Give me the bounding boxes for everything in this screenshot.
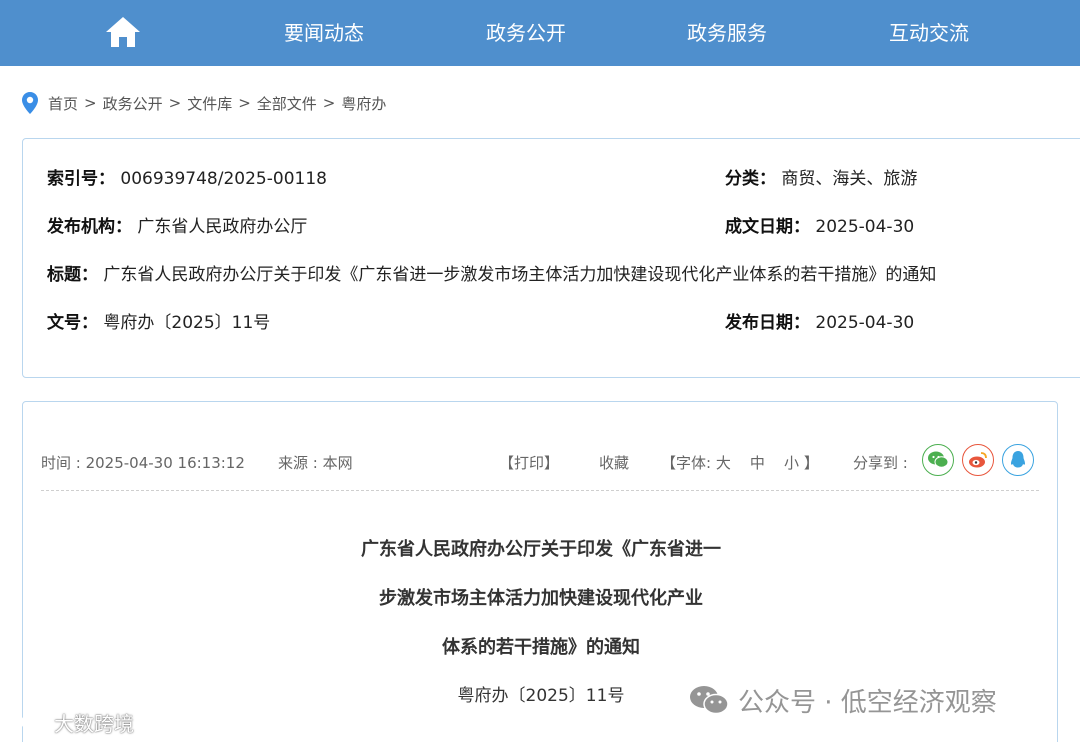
favorite-button[interactable]: 收藏 [599,452,629,473]
breadcrumb: 首页 > 政务公开 > 文件库 > 全部文件 > 粤府办 [20,90,386,116]
breadcrumb-separator: > [168,94,182,112]
breadcrumb-all-files[interactable]: 全部文件 [257,93,317,114]
article-meta-bar: 时间 : 2025-04-30 16:13:12 来源 : 本网 【打印】 收藏… [41,448,1039,478]
font-size-suffix: 】 [803,454,819,472]
breadcrumb-separator: > [322,94,336,112]
wechat-icon [928,451,949,468]
breadcrumb-separator: > [238,94,251,112]
breadcrumb-home[interactable]: 首页 [48,93,78,114]
top-navbar: 要闻动态 政务公开 政务服务 互动交流 [0,0,1080,66]
doc-number-value: 粤府办〔2025〕11号 [103,313,271,333]
nav-item-gov-services[interactable]: 政务服务 [657,18,797,48]
publisher-label: 发布机构： [47,217,132,237]
wechat-account-watermark: 公众号 · 低空经济观察 [688,680,997,720]
title-label: 标题： [47,265,98,285]
title-row: 标题： 广东省人民政府办公厅关于印发《广东省进一步激发市场主体活力加快建设现代化… [47,260,936,285]
article-title-line-3: 体系的若干措施》的通知 [442,637,640,658]
breadcrumb-gov-affairs-public[interactable]: 政务公开 [103,93,163,114]
qq-share-button[interactable] [1002,444,1034,476]
font-small-button[interactable]: 小 [784,454,799,472]
nav-item-news[interactable]: 要闻动态 [254,18,394,48]
nav-item-gov-affairs-public[interactable]: 政务公开 [456,18,596,48]
article-time: 时间 : 2025-04-30 16:13:12 [41,454,245,472]
publish-date-label: 发布日期： [725,313,810,333]
index-number-label: 索引号： [47,169,115,189]
category-row: 分类： 商贸、海关、旅游 [725,164,917,189]
breadcrumb-file-library[interactable]: 文件库 [187,93,232,114]
breadcrumb-current[interactable]: 粤府办 [341,93,386,114]
document-info-panel: 索引号： 006939748/2025-00118 分类： 商贸、海关、旅游 发… [22,138,1080,378]
font-large-button[interactable]: 大 [716,454,731,472]
article-source: 来源 : 本网 [278,454,353,472]
font-medium-button[interactable]: 中 [750,454,765,472]
wechat-account-watermark-text: 公众号 · 低空经济观察 [738,687,997,718]
written-date-label: 成文日期： [725,217,810,237]
category-label: 分类： [725,169,776,189]
qq-icon [1011,451,1025,468]
watermark-logo-icon [9,715,47,729]
print-button[interactable]: 【打印】 [499,452,559,473]
corner-watermark-text: 大数跨境 [54,711,134,736]
publisher-row: 发布机构： 广东省人民政府办公厅 [47,212,307,237]
publish-date-row: 发布日期： 2025-04-30 [725,308,914,333]
share-label: 分享到 : [853,454,908,472]
title-value: 广东省人民政府办公厅关于印发《广东省进一步激发市场主体活力加快建设现代化产业体系… [103,265,937,285]
written-date-value: 2025-04-30 [815,217,915,237]
article-title-line-1: 广东省人民政府办公厅关于印发《广东省进一 [361,539,721,560]
weibo-share-button[interactable] [962,444,994,476]
font-size-control: 【字体: 大 中 小 】 [661,452,819,473]
wechat-logo-icon [690,686,729,715]
publisher-value: 广东省人民政府办公厅 [137,217,308,237]
doc-number-label: 文号： [47,313,98,333]
map-pin-icon [22,92,38,114]
publish-date-value: 2025-04-30 [815,313,915,333]
category-value: 商贸、海关、旅游 [781,169,918,189]
doc-number-row: 文号： 粤府办〔2025〕11号 [47,308,270,333]
wechat-share-button[interactable] [922,444,954,476]
home-icon[interactable] [104,14,142,50]
weibo-icon [969,452,987,468]
breadcrumb-separator: > [84,94,97,112]
article-title-line-2: 步激发市场主体活力加快建设现代化产业 [379,588,703,609]
meta-divider [41,490,1039,491]
index-number-value: 006939748/2025-00118 [120,169,327,189]
corner-watermark: 大数跨境 [8,706,134,738]
font-size-prefix: 【字体: [661,454,716,472]
index-number-row: 索引号： 006939748/2025-00118 [47,164,327,189]
nav-item-interaction[interactable]: 互动交流 [859,18,999,48]
written-date-row: 成文日期： 2025-04-30 [725,212,914,237]
